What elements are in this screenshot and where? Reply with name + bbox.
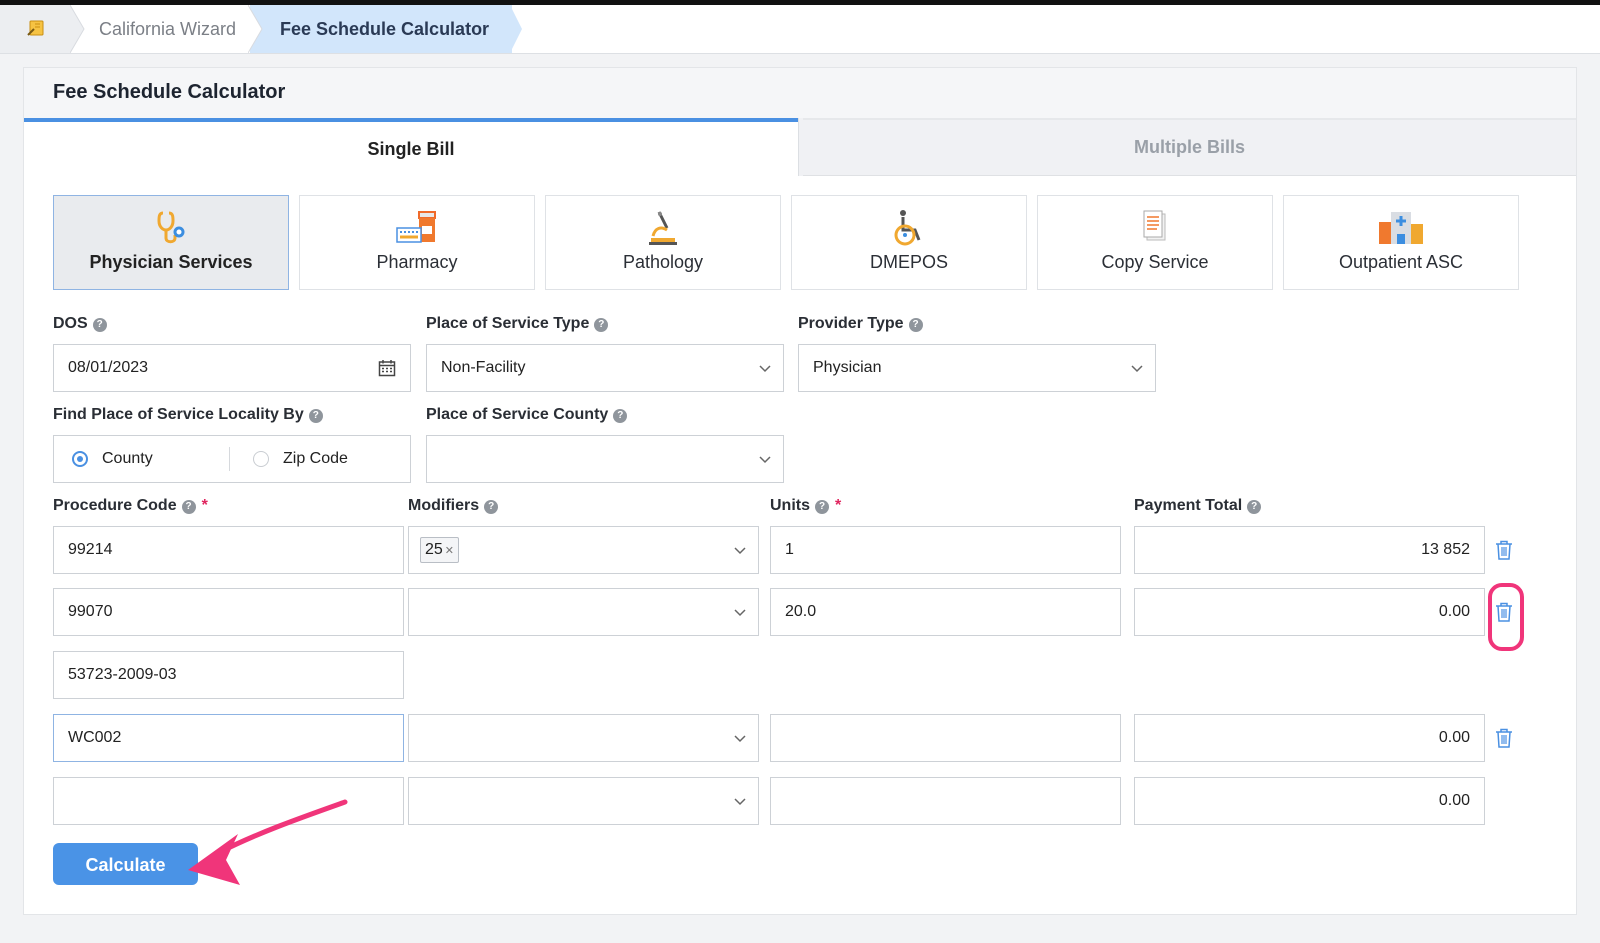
modifiers-select[interactable] xyxy=(408,777,759,825)
units-input[interactable]: 20.0 xyxy=(770,588,1121,636)
service-label: Pathology xyxy=(622,252,704,272)
units-input[interactable]: 1 xyxy=(770,526,1121,574)
dos-value: 08/01/2023 xyxy=(68,359,149,376)
breadcrumb-end-arrow-icon xyxy=(510,5,522,53)
trash-icon[interactable] xyxy=(1495,728,1513,748)
trash-icon[interactable] xyxy=(1495,540,1513,560)
calculate-button[interactable]: Calculate xyxy=(53,843,198,885)
help-icon[interactable]: ? xyxy=(594,318,609,332)
breadcrumb-item-california-wizard[interactable]: California Wizard xyxy=(99,5,236,53)
annotation-highlight-ring xyxy=(1488,583,1524,651)
document-icon xyxy=(1143,210,1166,241)
service-pharmacy[interactable]: Pharmacy xyxy=(299,195,535,290)
units-input[interactable] xyxy=(770,714,1121,762)
place-of-service-type-value: Non-Facility xyxy=(441,359,526,376)
dos-date-input[interactable]: 08/01/2023 xyxy=(53,344,411,392)
help-icon[interactable]: ? xyxy=(92,318,107,332)
modifier-tag: 25 ✕ xyxy=(420,537,460,563)
tab-single-bill[interactable]: Single Bill xyxy=(24,118,798,176)
required-marker: * xyxy=(835,497,842,514)
hospital-icon xyxy=(1379,212,1423,244)
required-marker: * xyxy=(201,497,208,514)
chevron-down-icon xyxy=(1131,365,1143,373)
remove-tag-icon[interactable]: ✕ xyxy=(445,545,454,557)
zip-code-radio[interactable] xyxy=(253,451,269,467)
calculator-card: Fee Schedule Calculator Single Bill Mult… xyxy=(23,67,1577,915)
breadcrumb-separator-icon xyxy=(248,5,263,53)
payment-total-field: 0.00 xyxy=(1134,777,1485,825)
ndc-code-input[interactable]: 53723-2009-03 xyxy=(53,651,404,699)
payment-total-field: 13 852 xyxy=(1134,526,1485,574)
help-icon[interactable]: ? xyxy=(181,500,196,514)
stethoscope-icon xyxy=(157,211,185,244)
units-header: Units? * xyxy=(770,497,842,514)
calendar-icon[interactable] xyxy=(378,359,396,377)
page-title: Fee Schedule Calculator xyxy=(53,81,286,103)
procedure-code-header: Procedure Code? * xyxy=(53,497,208,514)
modifiers-select[interactable]: 25 ✕ xyxy=(408,526,759,574)
service-copy-service[interactable]: Copy Service xyxy=(1037,195,1273,290)
place-of-service-type-label: Place of Service Type? xyxy=(426,315,609,333)
service-dmepos[interactable]: DMEPOS xyxy=(791,195,1027,290)
chevron-down-icon xyxy=(734,609,746,617)
chevron-down-icon xyxy=(734,735,746,743)
payment-total-field: 0.00 xyxy=(1134,588,1485,636)
provider-type-value: Physician xyxy=(813,359,882,376)
locality-by-label: Find Place of Service Locality By? xyxy=(53,406,323,424)
locality-by-radio-group: County Zip Code xyxy=(53,435,411,483)
home-icon xyxy=(27,20,44,36)
help-icon[interactable]: ? xyxy=(484,500,499,514)
modifiers-select[interactable] xyxy=(408,714,759,762)
chevron-down-icon xyxy=(759,365,771,373)
service-label: Outpatient ASC xyxy=(1338,252,1464,272)
place-of-service-type-select[interactable]: Non-Facility xyxy=(426,344,784,392)
county-radio[interactable] xyxy=(72,451,88,467)
microscope-icon xyxy=(649,211,677,245)
service-label: DMEPOS xyxy=(869,252,948,272)
provider-type-label: Provider Type? xyxy=(798,315,923,333)
modifiers-select[interactable] xyxy=(408,588,759,636)
county-label: Place of Service County? xyxy=(426,406,628,424)
service-label: Copy Service xyxy=(1101,252,1209,272)
chevron-down-icon xyxy=(759,456,771,464)
help-icon[interactable]: ? xyxy=(908,318,923,332)
breadcrumb-item-fee-schedule-calculator[interactable]: Fee Schedule Calculator xyxy=(280,5,489,53)
payment-total-header: Payment Total? xyxy=(1134,497,1262,515)
help-icon[interactable]: ? xyxy=(815,500,829,514)
breadcrumb-home[interactable] xyxy=(0,5,70,53)
procedure-code-input[interactable]: WC002 xyxy=(53,714,404,762)
zip-code-radio-label[interactable]: Zip Code xyxy=(283,436,348,482)
procedure-code-input[interactable]: 99214 xyxy=(53,526,404,574)
procedure-code-input[interactable]: 99070 xyxy=(53,588,404,636)
county-radio-label[interactable]: County xyxy=(102,436,153,482)
card-header: Fee Schedule Calculator xyxy=(24,68,1576,118)
breadcrumb: California Wizard Fee Schedule Calculato… xyxy=(0,5,1600,54)
service-label: Physician Services xyxy=(89,252,253,272)
tab-multiple-bills[interactable]: Multiple Bills xyxy=(803,118,1576,176)
wheelchair-icon xyxy=(894,210,921,246)
breadcrumb-separator-icon xyxy=(70,5,85,53)
chevron-down-icon xyxy=(734,547,746,555)
service-label: Pharmacy xyxy=(376,252,458,272)
radio-divider xyxy=(229,447,230,471)
dos-label: DOS? xyxy=(53,315,107,333)
help-icon[interactable]: ? xyxy=(1247,500,1262,514)
chevron-down-icon xyxy=(734,798,746,806)
service-physician-services[interactable]: Physician Services xyxy=(53,195,289,290)
modifiers-header: Modifiers? xyxy=(408,497,499,515)
county-select[interactable] xyxy=(426,435,784,483)
provider-type-select[interactable]: Physician xyxy=(798,344,1156,392)
help-icon[interactable]: ? xyxy=(308,409,323,423)
pharmacy-icon xyxy=(396,211,436,243)
payment-total-field: 0.00 xyxy=(1134,714,1485,762)
annotation-arrow-icon xyxy=(188,799,348,885)
units-input[interactable] xyxy=(770,777,1121,825)
service-outpatient-asc[interactable]: Outpatient ASC xyxy=(1283,195,1519,290)
help-icon[interactable]: ? xyxy=(613,409,628,423)
service-pathology[interactable]: Pathology xyxy=(545,195,781,290)
